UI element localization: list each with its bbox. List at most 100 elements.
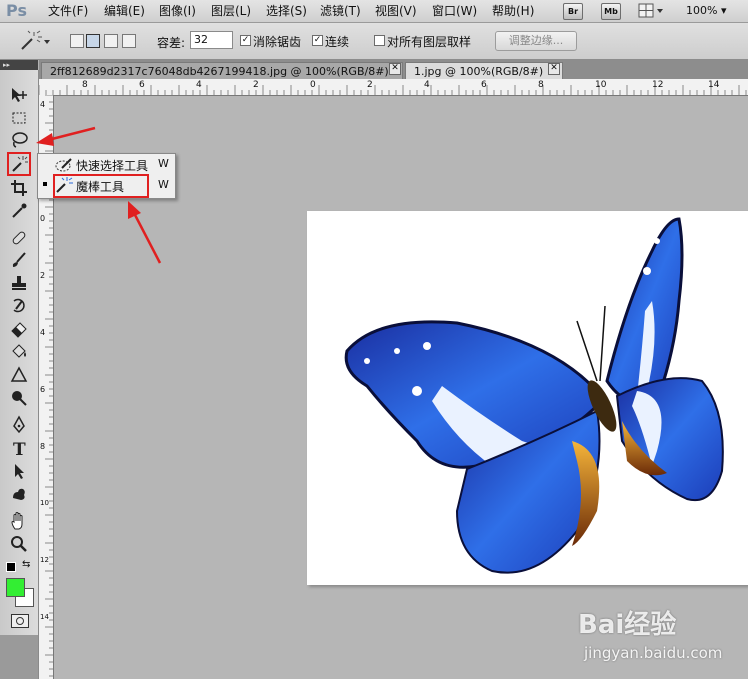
ruler-label: 2 — [40, 271, 46, 280]
chevron-down-icon: ▾ — [720, 4, 727, 17]
magic-wand-tool[interactable] — [9, 154, 29, 174]
menu-help[interactable]: 帮助(H) — [492, 0, 534, 22]
ruler-label: 14 — [40, 613, 49, 621]
baidu-watermark: Bai经验 jingyan.baidu.com — [578, 604, 746, 674]
clone-stamp-tool[interactable] — [9, 273, 29, 293]
anti-alias-label: 消除锯齿 — [253, 35, 302, 49]
mini-bridge-button[interactable]: Mb — [601, 3, 621, 20]
horizontal-ruler: 8 6 4 2 0 2 4 6 8 10 12 14 — [39, 79, 748, 96]
tab-label: 2ff812689d2317c76048db4267199418.jpg @ 1… — [50, 65, 389, 78]
hand-tool[interactable] — [9, 511, 29, 531]
eyedropper-tool[interactable] — [9, 201, 29, 221]
ruler-label: 4 — [424, 80, 430, 90]
foreground-color-swatch[interactable] — [6, 578, 25, 597]
close-icon[interactable]: ✕ — [389, 63, 401, 75]
lasso-tool[interactable] — [9, 130, 29, 150]
menu-bar: Ps 文件(F) 编辑(E) 图像(I) 图层(L) 选择(S) 滤镜(T) 视… — [0, 0, 748, 23]
healing-brush-tool[interactable] — [9, 228, 29, 248]
shape-icon — [13, 488, 25, 500]
zoom-tool[interactable] — [9, 534, 29, 554]
document-tab[interactable]: 2ff812689d2317c76048db4267199418.jpg @ 1… — [41, 62, 403, 79]
ruler-label: 10 — [40, 499, 49, 507]
ruler-label: 10 — [595, 80, 607, 90]
ruler-label: 2 — [253, 80, 259, 90]
eraser-icon — [11, 322, 27, 338]
brush-tool[interactable] — [9, 250, 29, 270]
menu-select[interactable]: 选择(S) — [266, 0, 307, 22]
document-tab-active[interactable]: 1.jpg @ 100%(RGB/8#) — [405, 62, 563, 79]
magic-wand-highlight-box — [53, 174, 149, 198]
menu-file[interactable]: 文件(F) — [48, 0, 88, 22]
menu-window[interactable]: 窗口(W) — [432, 0, 477, 22]
swap-colors-icon[interactable]: ⇆ — [22, 559, 30, 570]
flyout-item-quick-selection[interactable]: 快速选择工具 W — [38, 154, 175, 174]
selected-bullet-icon — [43, 182, 47, 186]
move-tool[interactable] — [9, 85, 29, 105]
tolerance-input[interactable]: 32 — [190, 31, 233, 49]
ruler-label: 8 — [538, 80, 544, 90]
screen-mode-button[interactable] — [0, 635, 38, 679]
document-canvas[interactable] — [307, 211, 748, 585]
bridge-button[interactable]: Br — [563, 3, 583, 20]
grid-icon — [638, 3, 663, 18]
menu-filter[interactable]: 滤镜(T) — [320, 0, 361, 22]
menu-image[interactable]: 图像(I) — [159, 0, 196, 22]
intersect-selection-button[interactable] — [122, 34, 136, 48]
dodge-tool[interactable] — [9, 388, 29, 408]
sample-all-layers-label: 对所有图层取样 — [387, 35, 472, 49]
ruler-ticks — [39, 85, 747, 95]
move-icon — [12, 88, 27, 102]
path-selection-tool[interactable] — [9, 461, 29, 481]
menu-layer[interactable]: 图层(L) — [211, 0, 251, 22]
ruler-label: 4 — [40, 328, 46, 337]
pen-tool[interactable] — [9, 415, 29, 435]
ruler-label: 6 — [139, 80, 145, 90]
ruler-label: 6 — [481, 80, 487, 90]
contiguous-checkbox[interactable]: ✓ — [312, 35, 323, 46]
type-tool[interactable]: T — [9, 438, 29, 460]
bandage-icon — [12, 231, 26, 245]
shortcut-key: W — [158, 178, 169, 191]
ruler-label: 0 — [310, 80, 316, 90]
menu-edit[interactable]: 编辑(E) — [104, 0, 145, 22]
subtract-from-selection-button[interactable] — [104, 34, 118, 48]
add-to-selection-button[interactable] — [86, 34, 100, 48]
magic-wand-icon — [21, 30, 50, 50]
ruler-label: 12 — [40, 556, 49, 564]
ruler-label: 2 — [367, 80, 373, 90]
history-brush-icon — [13, 298, 25, 313]
blur-triangle-icon — [10, 366, 28, 382]
quick-selection-icon — [55, 158, 72, 172]
watermark-url: jingyan.baidu.com — [584, 644, 723, 662]
blur-tool[interactable] — [9, 365, 29, 385]
quick-mask-icon — [16, 617, 24, 625]
paint-bucket-tool[interactable] — [9, 342, 29, 362]
arrange-documents-button[interactable] — [638, 3, 666, 18]
history-brush-tool[interactable] — [9, 296, 29, 316]
toolbox-header[interactable]: ▸▸ — [0, 60, 38, 70]
anti-alias-checkbox[interactable]: ✓ — [240, 35, 251, 46]
butterfly-image — [344, 217, 724, 574]
brush-icon — [12, 252, 26, 267]
close-icon[interactable]: ✕ — [548, 63, 560, 75]
eraser-tool[interactable] — [9, 318, 29, 338]
tool-flyout-menu: 快速选择工具 W 魔棒工具 W — [37, 153, 176, 199]
ruler-label: 0 — [40, 214, 46, 223]
default-colors-icon[interactable] — [6, 562, 16, 572]
ruler-label: 4 — [196, 80, 202, 90]
zoom-level[interactable]: 100% ▾ — [686, 0, 726, 22]
marquee-tool[interactable] — [9, 108, 29, 128]
tab-label: 1.jpg @ 100%(RGB/8#) — [414, 65, 544, 78]
document-tab-bar: 2ff812689d2317c76048db4267199418.jpg @ 1… — [39, 60, 748, 79]
quick-mask-button[interactable] — [11, 614, 29, 628]
arrow-icon — [15, 464, 24, 479]
menu-view[interactable]: 视图(V) — [375, 0, 417, 22]
type-icon: T — [13, 440, 26, 460]
tool-preset-picker[interactable] — [18, 30, 52, 52]
options-bar: 容差: 32 ✓ 消除锯齿 ✓ 连续 对所有图层取样 调整边缘... — [0, 23, 748, 60]
refine-edge-button[interactable]: 调整边缘... — [495, 31, 577, 51]
custom-shape-tool[interactable] — [9, 484, 29, 504]
new-selection-button[interactable] — [70, 34, 84, 48]
sample-all-layers-checkbox[interactable] — [374, 35, 385, 46]
crop-tool[interactable] — [9, 178, 29, 198]
